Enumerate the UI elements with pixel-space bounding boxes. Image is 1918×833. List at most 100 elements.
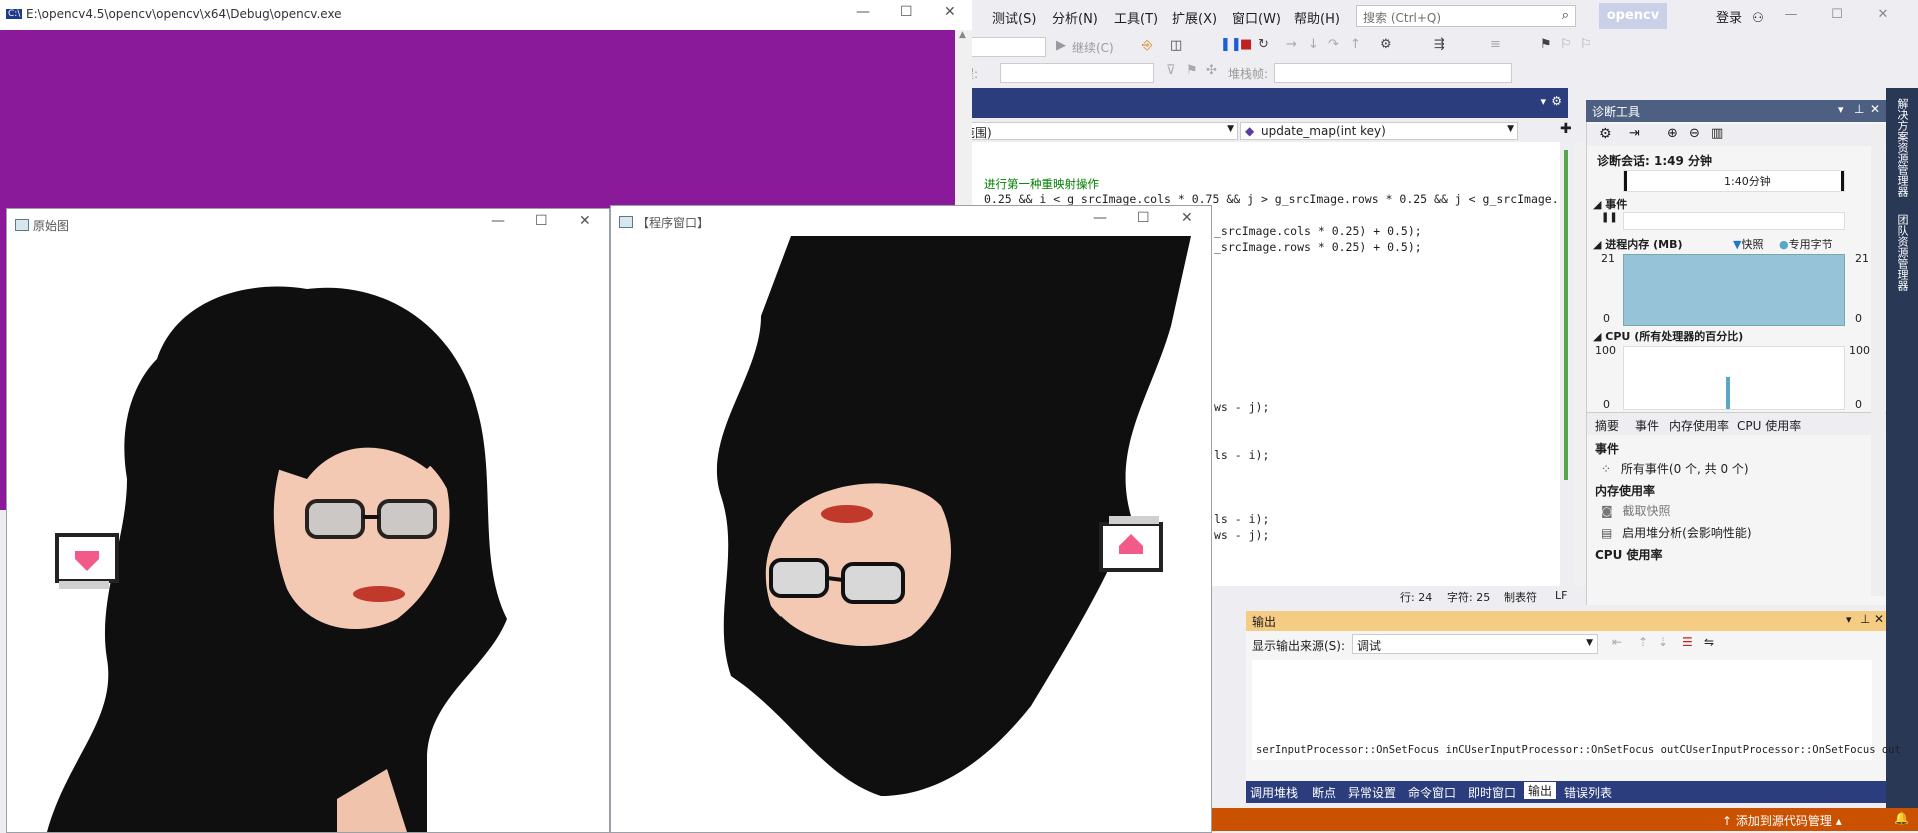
menu-test[interactable]: 测试(S) xyxy=(992,8,1036,27)
continue-label[interactable]: 继续(C) xyxy=(1072,39,1114,56)
vs-close-button[interactable]: ✕ xyxy=(1866,4,1900,26)
step-out-icon[interactable]: ↑ xyxy=(1350,37,1361,52)
prev-message-icon[interactable]: ⇡ xyxy=(1638,635,1648,649)
scope-combo[interactable]: 范围) ▼ xyxy=(960,122,1238,140)
scroll-up-icon[interactable]: ▲ xyxy=(959,30,966,40)
pin-icon[interactable]: ⊥ xyxy=(1854,102,1864,116)
thread-flag-clear-icon[interactable]: ✣ xyxy=(1206,63,1217,78)
login-link[interactable]: 登录 ⚇ xyxy=(1716,7,1764,26)
tab-error-list[interactable]: 错误列表 xyxy=(1564,784,1612,801)
split-editor-icon[interactable]: ✚ xyxy=(1560,121,1572,137)
settings-icon[interactable]: ⚙ xyxy=(1599,126,1612,142)
all-events-label[interactable]: 所有事件(0 个, 共 0 个) xyxy=(1621,462,1749,476)
solution-explorer-tab[interactable]: 解决方案资源管理器 xyxy=(1894,98,1910,197)
menu-analyze[interactable]: 分析(N) xyxy=(1052,8,1098,27)
all-events-link[interactable]: ⁘ 所有事件(0 个, 共 0 个) xyxy=(1601,460,1749,477)
source-control-button[interactable]: ↑ 添加到源代码管理 ▴ xyxy=(1722,812,1842,829)
zoom-in-icon[interactable]: ⊕ xyxy=(1667,126,1678,141)
filter-icon[interactable]: ⊽ xyxy=(1166,63,1176,78)
tab-cpu-usage[interactable]: CPU 使用率 xyxy=(1737,417,1801,434)
chevron-down-icon[interactable]: ▾ xyxy=(1846,613,1852,626)
vs-minimize-button[interactable]: — xyxy=(1774,4,1808,26)
original-window-title-bar[interactable]: 原始图 — ☐ ✕ xyxy=(7,209,609,239)
tab-output[interactable]: 输出 xyxy=(1524,782,1557,799)
word-wrap-icon[interactable]: ⇋ xyxy=(1704,635,1714,649)
login-label[interactable]: 登录 xyxy=(1716,11,1742,26)
menu-window[interactable]: 窗口(W) xyxy=(1232,8,1281,27)
diag-timeline[interactable]: 1:40分钟 xyxy=(1623,170,1845,192)
thread-flag-icon[interactable]: ⚑ xyxy=(1186,63,1198,78)
stop-icon[interactable]: ■ xyxy=(1240,37,1252,52)
search-icon[interactable]: ⌕ xyxy=(1562,8,1569,23)
console-minimize-button[interactable]: — xyxy=(856,4,870,20)
user-icon[interactable]: ⚇ xyxy=(1752,11,1764,26)
heap-analysis-checkbox[interactable]: ▤ 启用堆分析(会影响性能) xyxy=(1601,524,1752,541)
output-text-area[interactable]: serInputProcessor::OnSetFocus inCUserInp… xyxy=(1252,660,1901,760)
zoom-out-icon[interactable]: ⊖ xyxy=(1689,126,1700,141)
pin-icon[interactable]: ⊥ xyxy=(1860,612,1870,626)
vs-maximize-button[interactable]: ☐ xyxy=(1820,4,1854,26)
tab-command-window[interactable]: 命令窗口 xyxy=(1408,784,1456,801)
continue-icon[interactable]: ▶ xyxy=(1056,38,1066,53)
find-message-icon[interactable]: ⇤ xyxy=(1612,635,1622,649)
threads-icon[interactable]: ⇶ xyxy=(1434,37,1445,52)
bookmark-icon[interactable]: ⚑ xyxy=(1540,37,1552,52)
step-into-icon[interactable]: ↓ xyxy=(1308,37,1319,52)
timeline-start-handle[interactable] xyxy=(1624,171,1627,191)
tab-breakpoints[interactable]: 断点 xyxy=(1312,784,1336,801)
output-source-combo[interactable]: 调试 ▼ xyxy=(1352,634,1598,654)
vs-search-box[interactable]: 搜索 (Ctrl+Q) ⌕ xyxy=(1356,5,1576,27)
tab-call-stack[interactable]: 调用堆栈 xyxy=(1250,784,1298,801)
diag-scrollbar[interactable] xyxy=(1871,126,1885,596)
team-explorer-tab[interactable]: 团队资源管理器 xyxy=(1894,214,1910,291)
tab-summary[interactable]: 摘要 xyxy=(1595,417,1619,434)
cpu-header[interactable]: ◢ CPU (所有处理器的百分比) xyxy=(1593,328,1743,344)
clear-all-icon[interactable]: ☰ xyxy=(1682,635,1693,649)
pause-icon[interactable]: ❚❚ xyxy=(1601,212,1618,223)
events-header[interactable]: ◢ 事件 xyxy=(1593,196,1627,212)
console-title-bar[interactable]: C:\ E:\opencv4.5\opencv\opencv\x64\Debug… xyxy=(0,0,972,30)
export-icon[interactable]: ⇥ xyxy=(1629,126,1640,141)
config-combo[interactable] xyxy=(960,37,1046,57)
next-message-icon[interactable]: ⇣ xyxy=(1658,635,1668,649)
menu-tools[interactable]: 工具(T) xyxy=(1114,8,1158,27)
memory-header[interactable]: ◢ 进程内存 (MB) xyxy=(1593,236,1683,252)
close-button[interactable]: ✕ xyxy=(579,213,591,229)
restart-icon[interactable]: ↻ xyxy=(1258,37,1269,52)
console-maximize-button[interactable]: ☐ xyxy=(900,4,913,20)
bookmark-next-icon[interactable]: ⚐ xyxy=(1580,37,1592,52)
tab-memory-usage[interactable]: 内存使用率 xyxy=(1669,417,1729,434)
maximize-button[interactable]: ☐ xyxy=(535,213,548,229)
notification-bell-icon[interactable]: 🔔 xyxy=(1894,811,1909,825)
tab-exception-settings[interactable]: 异常设置 xyxy=(1348,784,1396,801)
show-next-statement-icon[interactable]: → xyxy=(1286,37,1297,52)
menu-extensions[interactable]: 扩展(X) xyxy=(1172,8,1217,27)
timeline-end-handle[interactable] xyxy=(1841,171,1844,191)
take-snapshot-button[interactable]: ◙ 截取快照 xyxy=(1601,502,1671,519)
minimize-button[interactable]: — xyxy=(1093,210,1107,226)
browse-icon[interactable]: ⎆ xyxy=(1142,38,1152,53)
step-over-icon[interactable]: ↷ xyxy=(1328,37,1339,52)
chevron-down-icon[interactable]: ▾ xyxy=(1838,103,1844,116)
pause-icon[interactable]: ❚❚ xyxy=(1220,37,1242,52)
close-icon[interactable]: ✕ xyxy=(1874,612,1884,626)
maximize-button[interactable]: ☐ xyxy=(1137,210,1150,226)
menu-help[interactable]: 帮助(H) xyxy=(1294,8,1340,27)
bookmark-prev-icon[interactable]: ⚐ xyxy=(1560,37,1572,52)
console-close-button[interactable]: ✕ xyxy=(944,4,956,20)
hex-display-icon[interactable]: ⚙ xyxy=(1380,37,1392,52)
stack-frame-combo[interactable] xyxy=(1274,63,1512,83)
chart-icon[interactable]: ▥ xyxy=(1711,126,1723,141)
tab-overflow-icon[interactable]: ▾ xyxy=(1540,95,1546,108)
tab-immediate-window[interactable]: 即时窗口 xyxy=(1468,784,1516,801)
program-window-title-bar[interactable]: 【程序窗口】 — ☐ ✕ xyxy=(611,206,1211,236)
close-button[interactable]: ✕ xyxy=(1181,210,1193,226)
minimize-button[interactable]: — xyxy=(491,213,505,229)
screenshot-icon[interactable]: ◫ xyxy=(1170,38,1182,53)
close-icon[interactable]: ✕ xyxy=(1870,102,1880,116)
function-combo[interactable]: ◆ update_map(int key) ▼ xyxy=(1240,122,1518,140)
tab-settings-icon[interactable]: ⚙ xyxy=(1551,94,1562,108)
tab-events[interactable]: 事件 xyxy=(1635,417,1659,434)
process-combo[interactable] xyxy=(1000,63,1154,83)
align-icon[interactable]: ≡ xyxy=(1490,37,1501,52)
